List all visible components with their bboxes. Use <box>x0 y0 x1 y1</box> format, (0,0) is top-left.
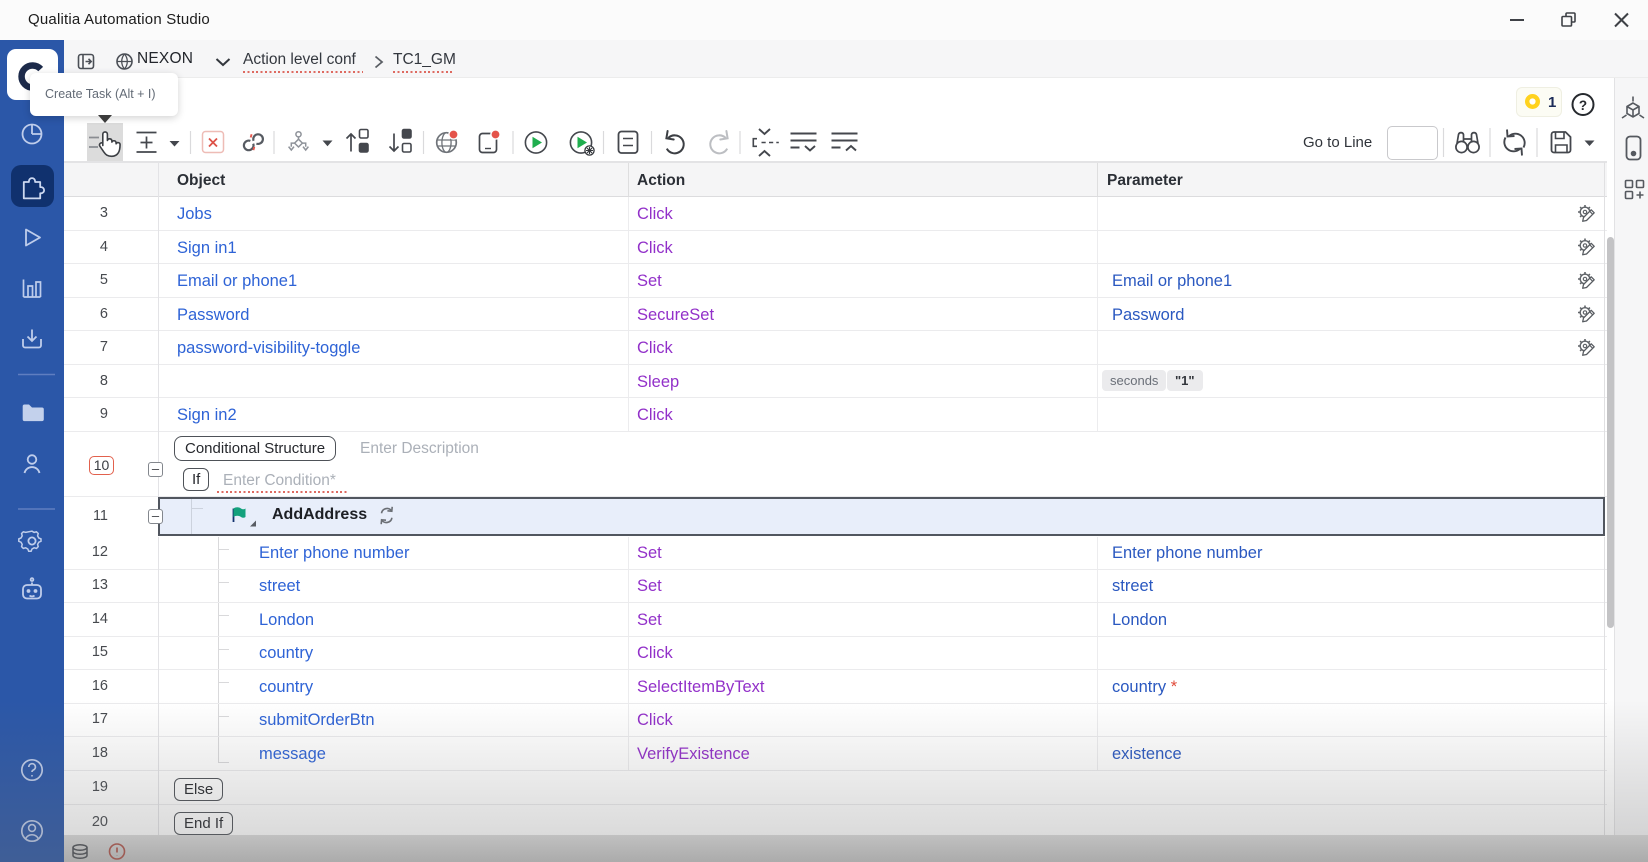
svg-text:?: ? <box>1579 98 1587 113</box>
